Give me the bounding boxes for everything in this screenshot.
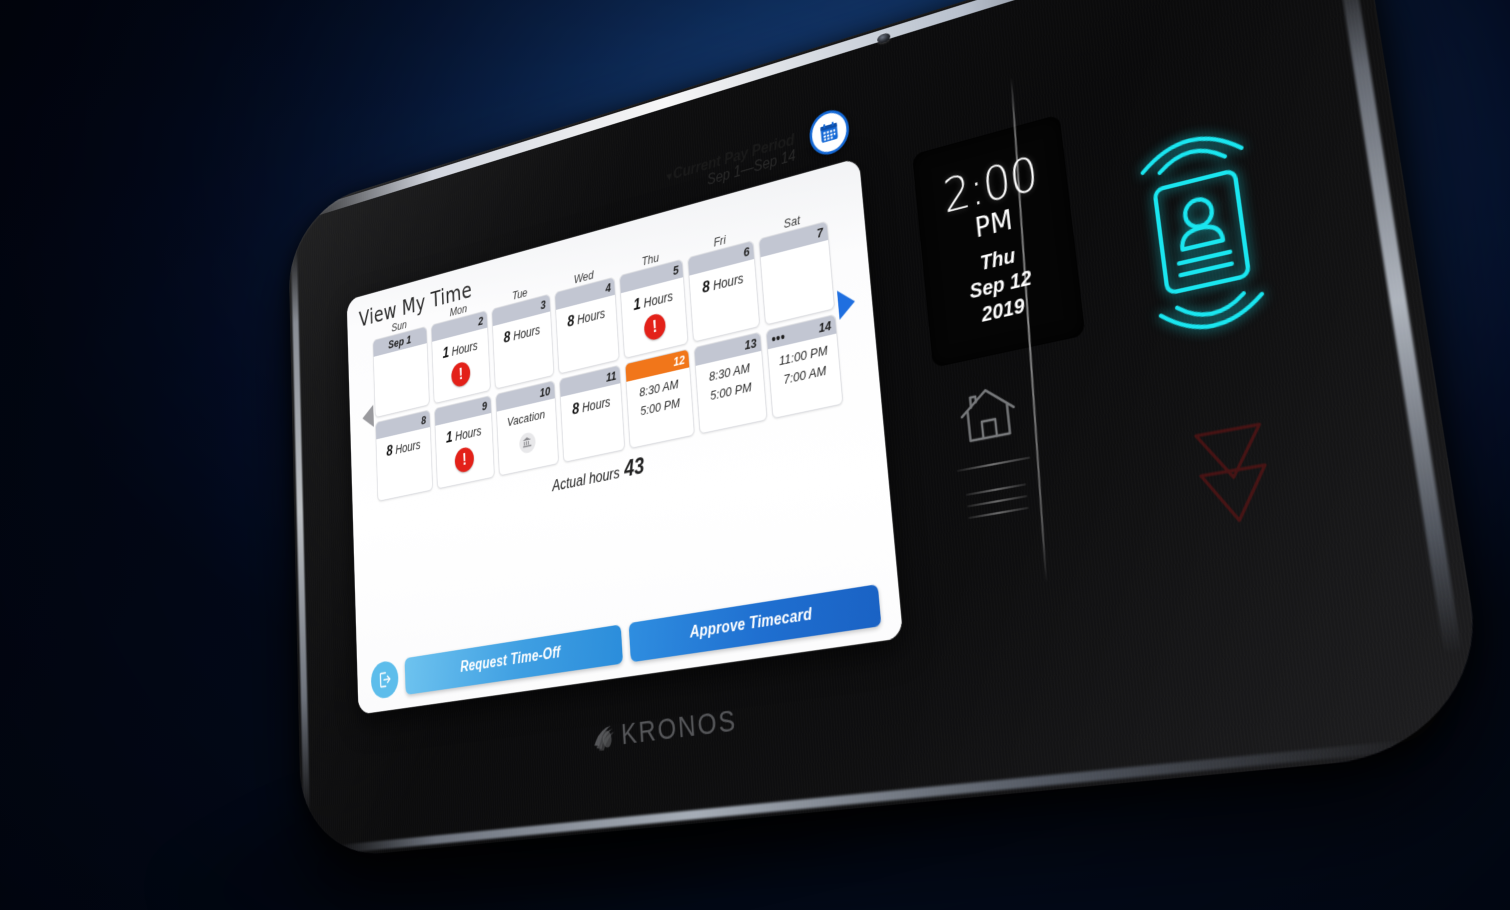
- calendar-day-cell[interactable]: 11 8 Hours: [558, 364, 626, 464]
- menu-button[interactable]: [965, 483, 1029, 520]
- perspective-scene: ▾Current Pay Period Sep 1—Sep 14 View My…: [0, 0, 1510, 910]
- device-body: ▾Current Pay Period Sep 1—Sep 14 View My…: [287, 0, 1494, 861]
- hamburger-menu-icon: [965, 483, 1026, 496]
- punch-time: 7:00 AM: [782, 362, 827, 387]
- exception-alert-icon: !: [643, 312, 667, 343]
- status-indicator: [1177, 412, 1292, 537]
- calendar-day-cell[interactable]: 21 Hours!: [430, 310, 491, 405]
- calendar-day-cell[interactable]: 88 Hours: [375, 409, 433, 502]
- hamburger-menu-icon: [967, 506, 1029, 520]
- hours-worked: 8 Hours: [571, 394, 611, 419]
- calendar-day-cell[interactable]: 91 Hours!: [433, 395, 495, 490]
- hours-worked: 8 Hours: [386, 437, 421, 460]
- badge-card-icon: [1149, 164, 1256, 300]
- clock-display: 2:00 PM Thu Sep 12 2019: [911, 113, 1086, 369]
- exception-alert-icon: !: [454, 445, 475, 474]
- logout-button[interactable]: [370, 659, 399, 700]
- time-clock-device: ▾Current Pay Period Sep 1—Sep 14 View My…: [287, 0, 1494, 861]
- hours-worked: 1 Hours: [632, 288, 674, 315]
- nfc-wave-icon: [1130, 108, 1251, 181]
- calendar-day-cell[interactable]: 10 Vacation: [495, 380, 559, 477]
- calendar-day-cell[interactable]: 51 Hours!: [619, 258, 689, 360]
- actual-hours-label: Actual hours: [551, 465, 621, 496]
- calendar-day-cell[interactable]: Sep 1: [372, 326, 430, 419]
- actual-hours-value: 43: [623, 453, 645, 482]
- next-period-arrow[interactable]: [837, 286, 857, 321]
- clock-time: 2:00: [940, 145, 1040, 224]
- hardware-nav-column: [923, 372, 1062, 525]
- calendar-day-content: 8 Hours: [376, 427, 432, 501]
- calendar-day-cell[interactable]: 48 Hours: [554, 276, 620, 375]
- clock-ampm: PM: [973, 204, 1015, 245]
- calendar-day-cell[interactable]: 14 ••• 11:00 PM 7:00 AM: [765, 314, 844, 420]
- hours-worked: 8 Hours: [503, 322, 541, 347]
- hours-worked: 1 Hours: [442, 338, 478, 362]
- calendar-day-content: 8 Hours: [560, 383, 624, 462]
- logout-icon: [377, 669, 393, 691]
- calendar-icon: [820, 121, 839, 144]
- kronos-swoosh-logo-icon: [593, 726, 615, 752]
- screenshot-stage: ▾Current Pay Period Sep 1—Sep 14 View My…: [0, 0, 1510, 910]
- down-chevrons-icon: [1186, 414, 1282, 536]
- punch-time: Vacation: [506, 407, 546, 430]
- calendar-day-content: 1 Hours!: [435, 413, 494, 488]
- clock-year: 2019: [980, 294, 1026, 327]
- nfc-wave-icon: [1152, 286, 1276, 357]
- clock-day-of-week: Thu: [979, 244, 1017, 276]
- calendar-day-cell[interactable]: 38 Hours: [491, 293, 555, 390]
- calendar-day-cell[interactable]: 12 8:30 AM 5:00 PM: [624, 348, 696, 450]
- previous-period-arrow[interactable]: [362, 404, 374, 430]
- hamburger-menu-icon: [966, 494, 1027, 508]
- clock-date: Sep 12: [968, 266, 1033, 304]
- chrome-trim-right: [1335, 0, 1463, 657]
- home-button[interactable]: [955, 379, 1021, 454]
- more-indicator-icon: •••: [770, 328, 786, 347]
- calendar-day-cell[interactable]: 7: [758, 220, 836, 326]
- calendar-day-content: Vacation: [497, 399, 558, 476]
- hours-worked: 8 Hours: [701, 270, 744, 297]
- badge-reader[interactable]: [1100, 100, 1309, 363]
- home-icon: [955, 379, 1021, 449]
- approve-timecard-button[interactable]: Approve Timecard: [628, 584, 882, 663]
- calendar-day-cell[interactable]: 13 8:30 AM 5:00 PM: [693, 331, 768, 435]
- hours-worked: 8 Hours: [566, 305, 606, 331]
- exception-alert-icon: !: [451, 360, 471, 389]
- nav-divider: [956, 456, 1030, 472]
- hours-worked: 1 Hours: [445, 423, 482, 447]
- calendar-day-cell[interactable]: 68 Hours: [687, 240, 761, 343]
- holiday-bank-icon: [518, 430, 536, 455]
- panel-divider-line: [1010, 77, 1048, 584]
- punch-time: 11:00 PM: [778, 342, 829, 369]
- chevron-down-icon: ▾: [666, 168, 673, 184]
